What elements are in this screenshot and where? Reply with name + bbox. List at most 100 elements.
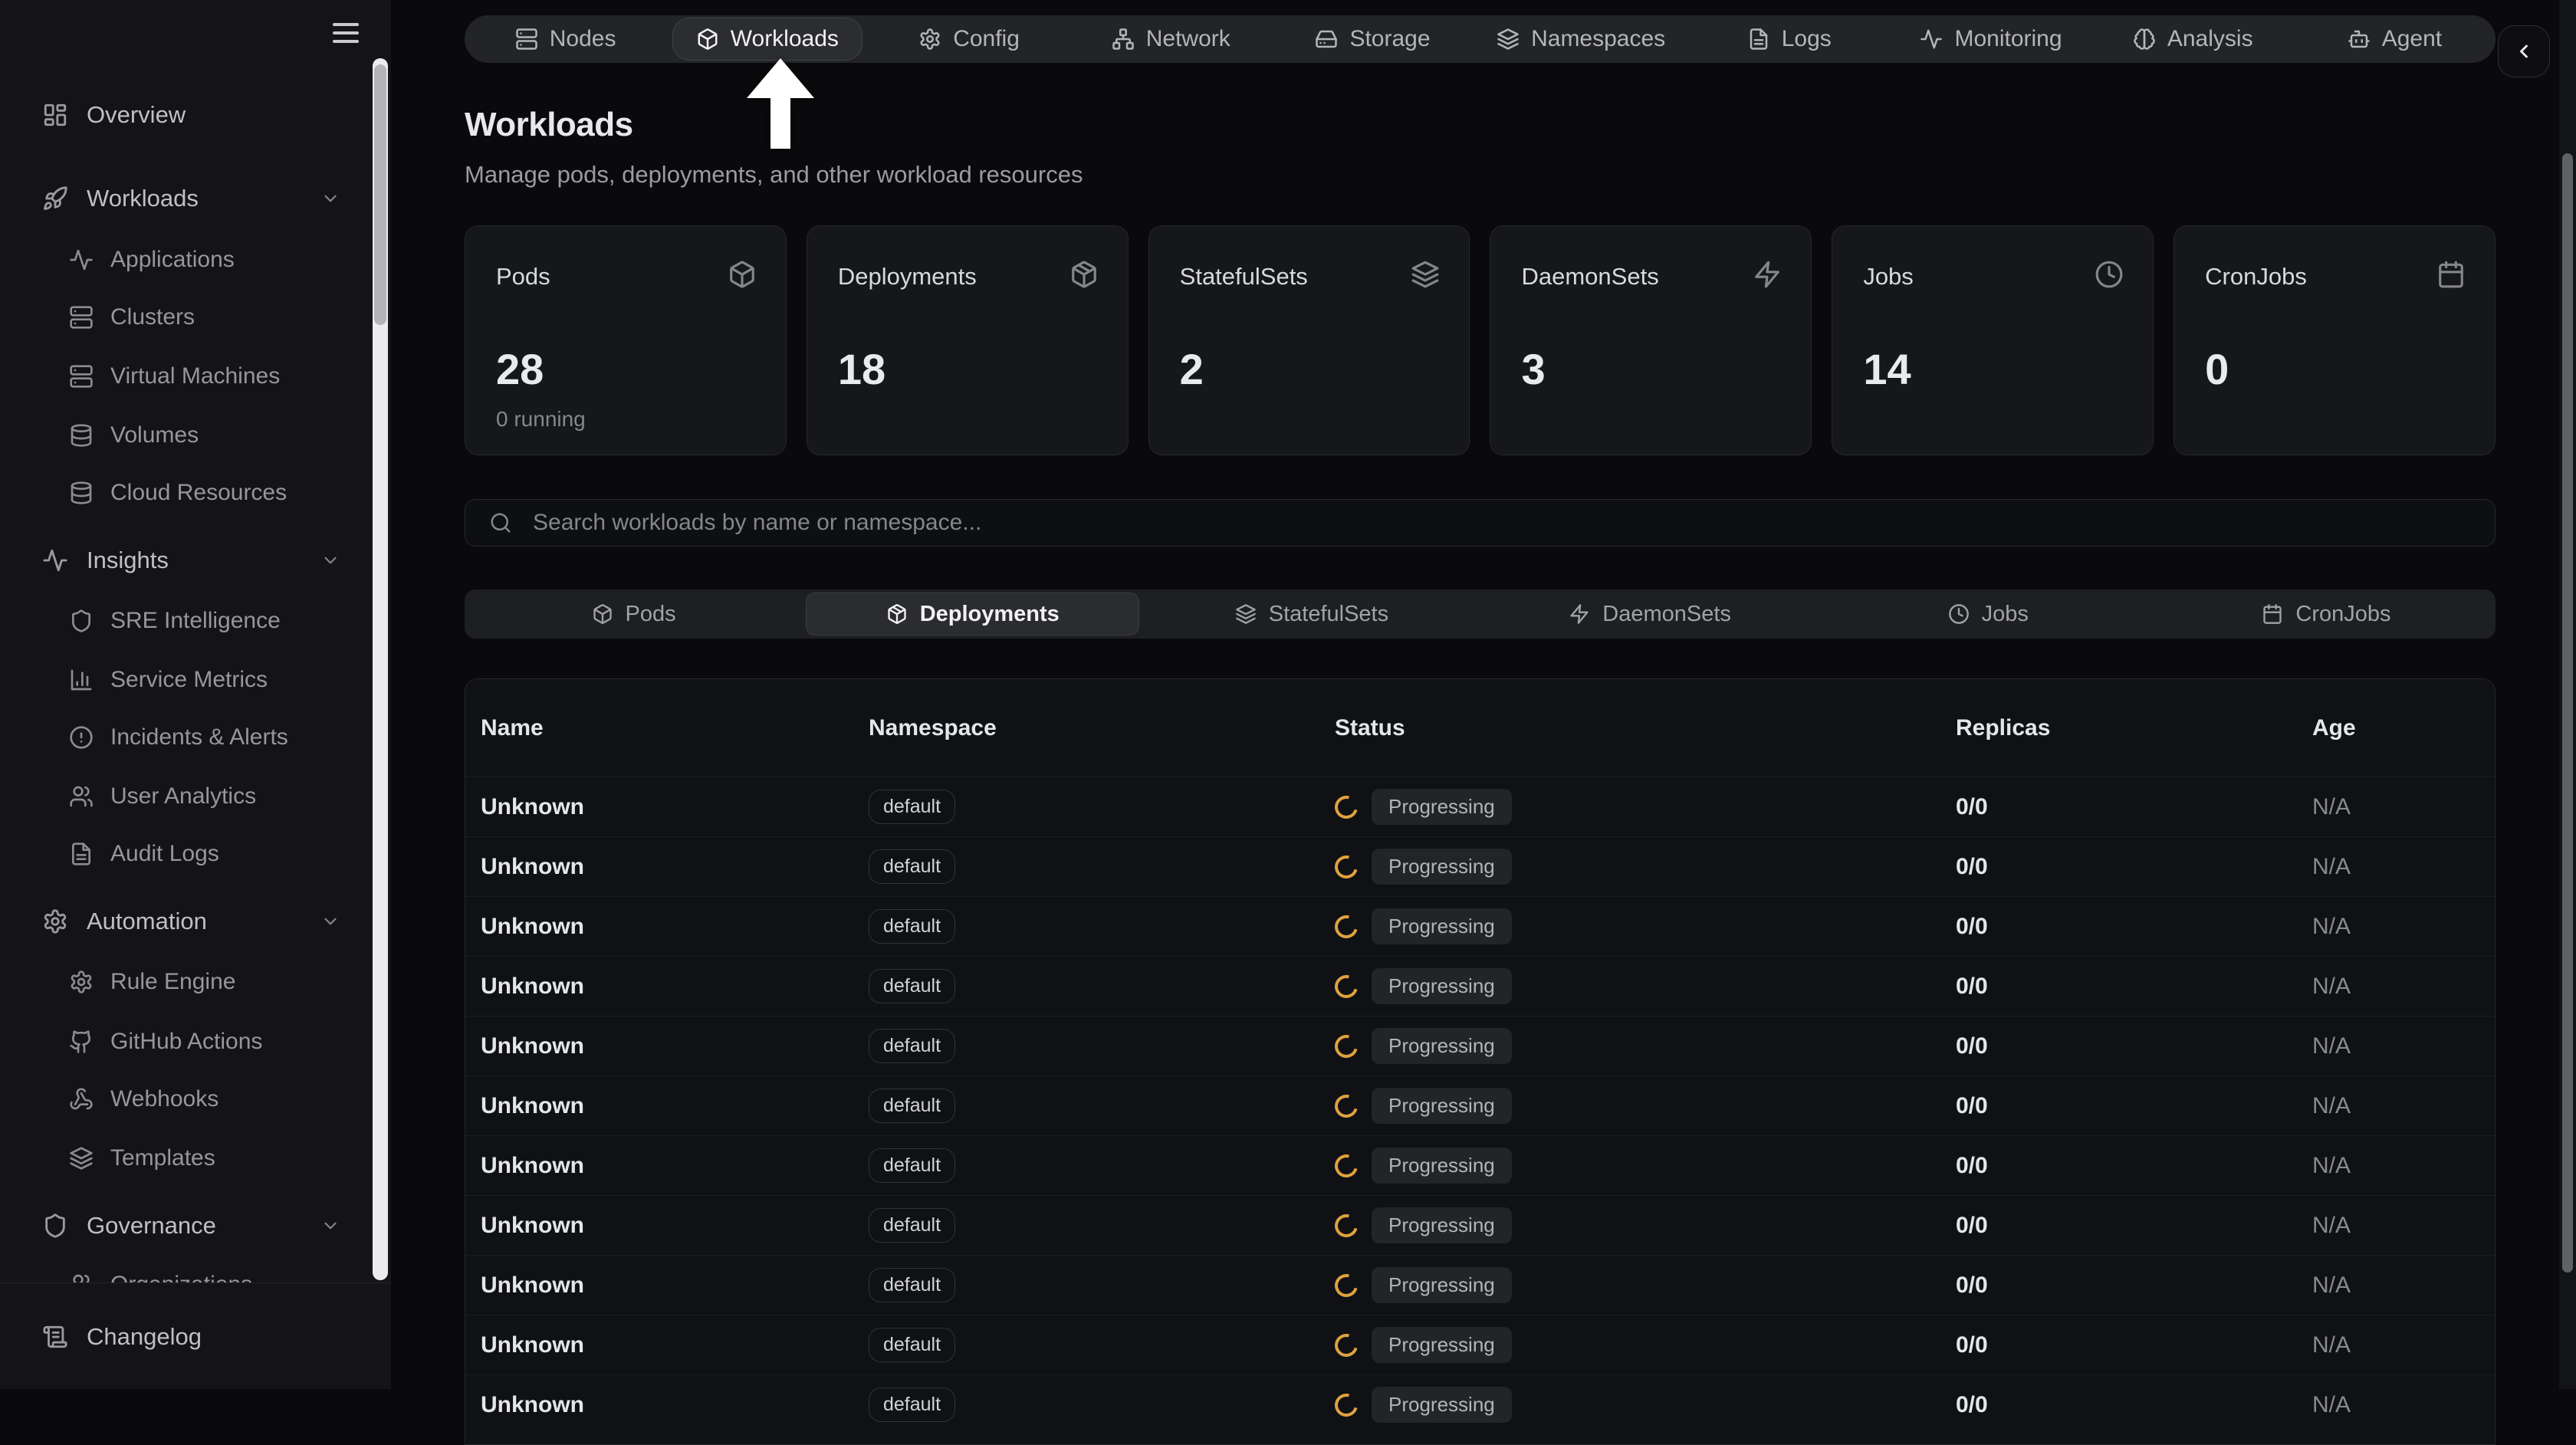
sidebar-item-github-actions[interactable]: GitHub Actions	[0, 1017, 371, 1066]
clock-icon	[1948, 603, 1970, 625]
sidebar-item-templates[interactable]: Templates	[0, 1134, 371, 1183]
sidebar-item-changelog[interactable]: Changelog	[0, 1283, 391, 1390]
sidebar-item-overview[interactable]: Overview	[0, 90, 371, 140]
sidebar-item-webhooks[interactable]: Webhooks	[0, 1075, 371, 1124]
sidebar-item-volumes[interactable]: Volumes	[0, 411, 371, 460]
page-scrollbar-thumb[interactable]	[2562, 153, 2573, 1273]
sidebar-item-service-metrics[interactable]: Service Metrics	[0, 655, 371, 704]
sidebar-item-virtual-machines[interactable]: Virtual Machines	[0, 352, 371, 401]
activity-icon	[1920, 28, 1943, 51]
chevron-left-icon	[2513, 41, 2535, 62]
stat-card-statefulsets[interactable]: StatefulSets 2	[1148, 225, 1470, 455]
sidebar-item-user-analytics[interactable]: User Analytics	[0, 772, 371, 821]
column-header-namespace: Namespace	[869, 715, 1335, 741]
workload-name: Unknown	[481, 1153, 869, 1179]
table-row[interactable]: Unknown default Progressing 0/0 N/A	[465, 777, 2495, 836]
sidebar-item-label: User Analytics	[110, 783, 256, 810]
menu-toggle-icon[interactable]	[333, 23, 359, 43]
workload-name: Unknown	[481, 1213, 869, 1239]
nav-tab-network[interactable]: Network	[1089, 18, 1254, 60]
table-row[interactable]: Unknown default Progressing 0/0 N/A	[465, 1374, 2495, 1434]
sidebar-item-label: Incidents & Alerts	[110, 724, 288, 750]
sidebar-item-incidents-alerts[interactable]: Incidents & Alerts	[0, 713, 371, 762]
sidebar-item-insights[interactable]: Insights	[0, 536, 371, 585]
page-scrollbar-track[interactable]	[2559, 0, 2576, 1389]
table-row[interactable]: Unknown default Progressing 0/0 N/A	[465, 1135, 2495, 1195]
github-icon	[69, 1030, 94, 1054]
nav-tab-label: Analysis	[2167, 26, 2253, 52]
calendar-icon	[2436, 260, 2466, 289]
sidebar-item-governance[interactable]: Governance	[0, 1201, 371, 1250]
namespace-badge: default	[869, 1268, 955, 1302]
nav-tab-label: Namespaces	[1531, 26, 1665, 52]
table-row[interactable]: Unknown default Progressing 0/0 N/A	[465, 1195, 2495, 1255]
tab-label: DaemonSets	[1602, 602, 1731, 627]
tab-jobs[interactable]: Jobs	[1822, 593, 2154, 635]
sidebar-item-applications[interactable]: Applications	[0, 235, 371, 284]
namespace-badge: default	[869, 1148, 955, 1183]
progressing-spinner-icon	[1331, 1269, 1362, 1301]
nav-tab-logs[interactable]: Logs	[1724, 18, 1855, 60]
nav-tab-workloads[interactable]: Workloads	[672, 18, 863, 61]
column-header-replicas: Replicas	[1956, 715, 2312, 741]
table-row[interactable]: Unknown default Progressing 0/0 N/A	[465, 1076, 2495, 1135]
nav-tab-label: Logs	[1782, 26, 1832, 52]
column-header-status: Status	[1335, 715, 1956, 741]
nav-tab-namespaces[interactable]: Namespaces	[1474, 18, 1688, 60]
nav-tab-storage[interactable]: Storage	[1292, 18, 1453, 60]
replicas-count: 0/0	[1956, 914, 2312, 940]
collapse-nav-button[interactable]	[2498, 25, 2550, 77]
sidebar-item-label: Virtual Machines	[110, 363, 280, 389]
workload-age: N/A	[2312, 794, 2495, 820]
nav-tab-agent[interactable]: Agent	[2325, 18, 2465, 60]
sidebar-item-clusters[interactable]: Clusters	[0, 293, 371, 342]
nav-tab-config[interactable]: Config	[895, 18, 1043, 60]
nav-tab-monitoring[interactable]: Monitoring	[1897, 18, 2085, 60]
bot-icon	[2348, 28, 2371, 51]
nav-tab-label: Config	[953, 26, 1020, 52]
stat-card-title: DaemonSets	[1521, 263, 1780, 291]
stat-card-jobs[interactable]: Jobs 14	[1832, 225, 2154, 455]
table-row[interactable]: Unknown default Progressing 0/0 N/A	[465, 896, 2495, 956]
progressing-spinner-icon	[1331, 1329, 1362, 1361]
search-input[interactable]	[465, 499, 2496, 547]
table-row[interactable]: Unknown default Progressing 0/0 N/A	[465, 1016, 2495, 1076]
stat-card-pods[interactable]: Pods 28 0 running	[465, 225, 787, 455]
zap-icon	[1569, 603, 1590, 625]
table-row[interactable]: Unknown default Progressing 0/0 N/A	[465, 956, 2495, 1016]
tab-daemonsets[interactable]: DaemonSets	[1484, 593, 1816, 635]
status-badge: Progressing	[1372, 968, 1512, 1004]
nav-tab-nodes[interactable]: Nodes	[492, 18, 639, 60]
tab-deployments[interactable]: Deployments	[806, 593, 1139, 635]
tab-statefulsets[interactable]: StatefulSets	[1145, 593, 1477, 635]
sidebar-item-audit-logs[interactable]: Audit Logs	[0, 829, 371, 878]
table-row[interactable]: Unknown default Progressing 0/0 N/A	[465, 1315, 2495, 1374]
replicas-count: 0/0	[1956, 1332, 2312, 1358]
stat-card-daemonsets[interactable]: DaemonSets 3	[1490, 225, 1812, 455]
nav-tab-analysis[interactable]: Analysis	[2110, 18, 2276, 60]
stat-card-value: 14	[1863, 344, 1911, 394]
shield-icon	[69, 609, 94, 633]
sidebar-item-sre-intelligence[interactable]: SRE Intelligence	[0, 596, 371, 645]
webhook-icon	[69, 1087, 94, 1112]
clock-icon	[2095, 260, 2124, 289]
sidebar-item-label: Applications	[110, 247, 235, 273]
workload-age: N/A	[2312, 1033, 2495, 1059]
sidebar-item-rule-engine[interactable]: Rule Engine	[0, 957, 371, 1007]
sidebar-item-workloads[interactable]: Workloads	[0, 174, 371, 223]
namespace-badge: default	[869, 790, 955, 824]
rocket-icon	[42, 186, 68, 212]
package-icon	[886, 603, 908, 625]
sidebar-item-label: Service Metrics	[110, 667, 268, 693]
tab-cronjobs[interactable]: CronJobs	[2160, 593, 2492, 635]
tab-pods[interactable]: Pods	[468, 593, 800, 635]
activity-icon	[69, 248, 94, 272]
stat-card-cronjobs[interactable]: CronJobs 0	[2174, 225, 2496, 455]
workloads-table: Name Namespace Status Replicas Age Unkno…	[465, 678, 2496, 1445]
table-row[interactable]: Unknown default Progressing 0/0 N/A	[465, 1255, 2495, 1315]
sidebar-scrollbar-thumb[interactable]	[374, 64, 386, 325]
stat-card-deployments[interactable]: Deployments 18	[807, 225, 1129, 455]
sidebar-item-cloud-resources[interactable]: Cloud Resources	[0, 468, 371, 517]
sidebar-item-automation[interactable]: Automation	[0, 897, 371, 946]
table-row[interactable]: Unknown default Progressing 0/0 N/A	[465, 836, 2495, 896]
